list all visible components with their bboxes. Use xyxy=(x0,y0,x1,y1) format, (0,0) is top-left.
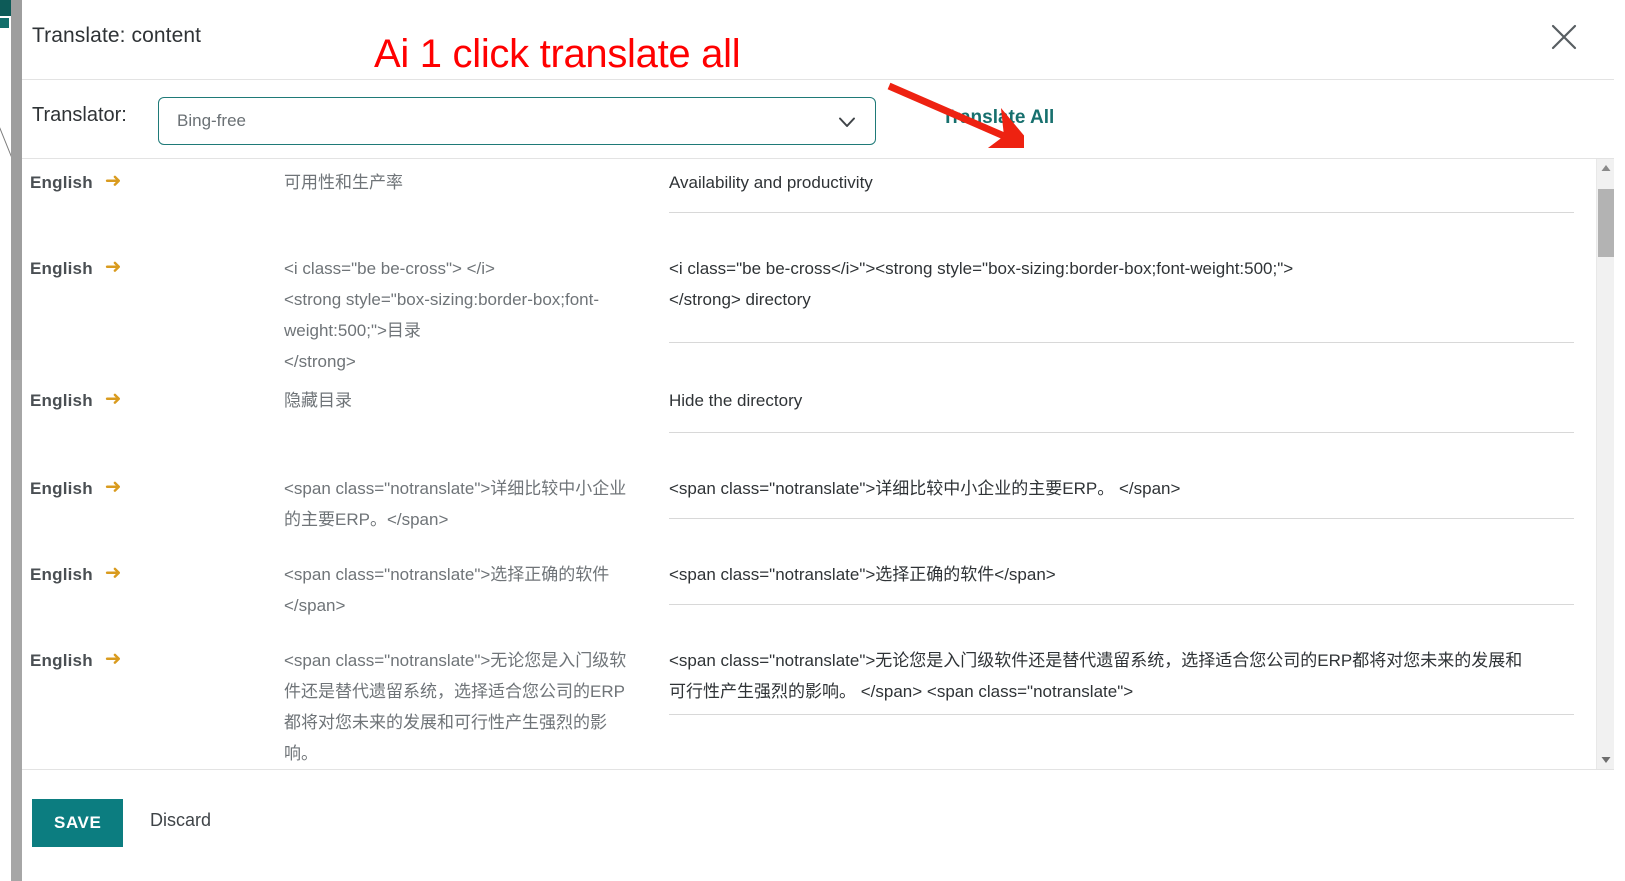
source-text: 可用性和生产率 xyxy=(284,173,403,192)
arrow-right-icon: ➜ xyxy=(104,388,122,410)
source-text: <span class="notranslate">详细比较中小企业的主要ERP… xyxy=(284,479,627,529)
source-language-cell: English ➜ xyxy=(22,159,284,193)
scrollbar-thumb[interactable] xyxy=(1598,189,1614,257)
modal-header: Translate: content Ai 1 click translate … xyxy=(22,0,1614,80)
close-icon[interactable] xyxy=(1544,17,1584,57)
background-right-strip xyxy=(1614,0,1625,881)
translation-field-cell: Hide the directory xyxy=(669,377,1596,433)
discard-button[interactable]: Discard xyxy=(150,810,211,831)
translation-row: English ➜ <span class="notranslate">选择正确的软… xyxy=(22,551,1596,637)
arrow-right-icon: ➜ xyxy=(104,256,122,278)
translation-rows-viewport: English ➜ 可用性和生产率 Availability and producti… xyxy=(22,159,1596,769)
page-title: Translate: content xyxy=(32,24,202,47)
translation-textarea[interactable]: Availability and productivity xyxy=(669,159,1574,213)
source-language-label: English xyxy=(30,565,93,584)
translation-rows-scroll-area: English ➜ 可用性和生产率 Availability and producti… xyxy=(22,158,1614,769)
translation-row: English ➜ 隐藏目录 Hide the directory xyxy=(22,377,1596,465)
translator-label: Translator: xyxy=(32,104,127,126)
translation-textarea[interactable]: <span class="notranslate">无论您是入门级软件还是替代遗… xyxy=(669,637,1574,715)
source-text: <span class="notranslate">无论您是入门级软件还是替代遗… xyxy=(284,651,627,763)
source-language-cell: English ➜ xyxy=(22,377,284,411)
background-diagonal-line xyxy=(0,110,11,360)
translate-all-button[interactable]: Translate All xyxy=(942,107,1054,129)
vertical-scrollbar[interactable] xyxy=(1596,159,1614,769)
source-text: <i class="be be-cross"> </i> <strong sty… xyxy=(284,259,600,371)
translation-row: English ➜ <span class="notranslate">详细比较中小… xyxy=(22,465,1596,551)
translation-row: English ➜ <i class="be be-cross"> </i> <st… xyxy=(22,245,1596,377)
source-language-cell: English ➜ xyxy=(22,551,284,585)
arrow-right-icon: ➜ xyxy=(104,562,122,584)
source-language-label: English xyxy=(30,479,93,498)
source-text: 隐藏目录 xyxy=(284,391,352,410)
source-language-label: English xyxy=(30,391,93,410)
translate-modal: Translate: content Ai 1 click translate … xyxy=(22,0,1614,881)
translation-textarea[interactable]: Hide the directory xyxy=(669,377,1574,433)
source-language-label: English xyxy=(30,651,93,670)
translation-textarea[interactable]: <i class="be be-cross</i>"><strong style… xyxy=(669,245,1574,343)
background-teal-accent-secondary xyxy=(0,18,9,28)
translator-row: Translator: Bing-free Translate All xyxy=(22,80,1614,158)
source-language-label: English xyxy=(30,259,93,278)
arrow-right-icon: ➜ xyxy=(104,170,122,192)
annotation-label: Ai 1 click translate all xyxy=(374,32,741,76)
background-teal-accent xyxy=(0,0,11,16)
chevron-down-icon xyxy=(839,117,855,127)
translation-rows-list: English ➜ 可用性和生产率 Availability and producti… xyxy=(22,159,1596,769)
translation-field-cell: <span class="notranslate">详细比较中小企业的主要ERP… xyxy=(669,465,1596,519)
arrow-right-icon: ➜ xyxy=(104,648,122,670)
translation-field-cell: <span class="notranslate">无论您是入门级软件还是替代遗… xyxy=(669,637,1596,715)
translation-row: English ➜ 可用性和生产率 Availability and producti… xyxy=(22,159,1596,245)
source-text: <span class="notranslate">选择正确的软件</span> xyxy=(284,565,610,615)
save-button[interactable]: SAVE xyxy=(32,799,124,847)
translation-textarea[interactable]: <span class="notranslate">详细比较中小企业的主要ERP… xyxy=(669,465,1574,519)
translator-select[interactable]: Bing-free xyxy=(158,97,876,145)
translator-select-value: Bing-free xyxy=(177,111,246,130)
source-language-label: English xyxy=(30,173,93,192)
translation-field-cell: <span class="notranslate">选择正确的软件</span> xyxy=(669,551,1596,605)
translation-field-cell: <i class="be be-cross</i>"><strong style… xyxy=(669,245,1596,343)
source-language-cell: English ➜ xyxy=(22,637,284,671)
scrollbar-track[interactable] xyxy=(1597,177,1614,751)
translation-row: English ➜ <span class="notranslate">无论您是入门… xyxy=(22,637,1596,769)
arrow-right-icon: ➜ xyxy=(104,476,122,498)
translation-field-cell: Availability and productivity xyxy=(669,159,1596,213)
modal-footer: SAVE Discard xyxy=(22,769,1614,881)
source-language-cell: English ➜ xyxy=(22,245,284,279)
scroll-up-icon[interactable] xyxy=(1597,159,1614,177)
translation-textarea[interactable]: <span class="notranslate">选择正确的软件</span> xyxy=(669,551,1574,605)
source-language-cell: English ➜ xyxy=(22,465,284,499)
background-left-strip-lower xyxy=(11,360,22,881)
scroll-down-icon[interactable] xyxy=(1597,751,1614,769)
